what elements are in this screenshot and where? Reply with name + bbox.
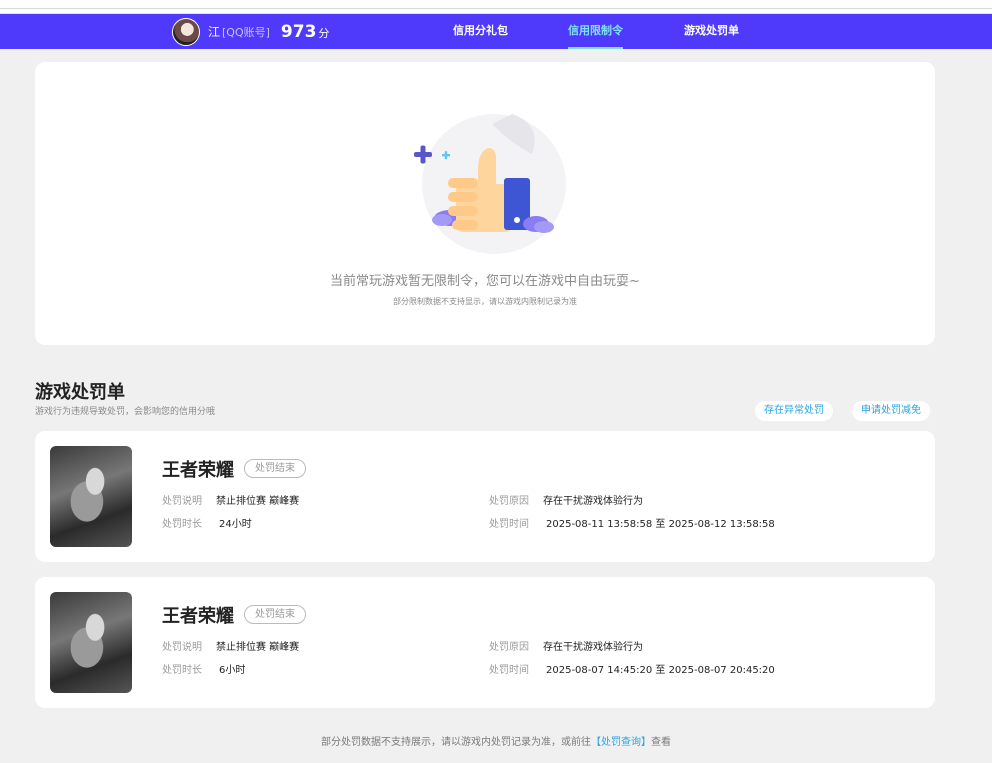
tab-credit-restriction[interactable]: 信用限制令	[568, 14, 623, 49]
penalty-time: 2025-08-07 14:45:20 至 2025-08-07 20:45:2…	[546, 665, 775, 676]
penalty-row[interactable]: 王者荣耀 处罚结束 处罚说明 禁止排位赛 巅峰赛 处罚时长 24小时 处罚原因 …	[35, 431, 935, 562]
footer-text-end: 查看	[651, 737, 671, 748]
game-name: 王者荣耀	[162, 606, 234, 627]
penalty-reason: 存在干扰游戏体验行为	[543, 642, 643, 653]
no-restriction-message: 当前常玩游戏暂无限制令，您可以在游戏中自由玩耍~	[330, 274, 640, 289]
credit-score: 973	[280, 21, 317, 42]
restriction-note: 部分限制数据不支持显示，请以游戏内限制记录为准	[393, 297, 577, 306]
penalty-section-title: 游戏处罚单	[35, 382, 125, 403]
penalty-duration-label: 处罚时长	[162, 665, 202, 676]
penalty-duration: 6小时	[219, 665, 246, 676]
penalty-duration-label: 处罚时长	[162, 519, 202, 530]
penalty-section-subtitle: 游戏行为违规导致处罚，会影响您的信用分哦	[35, 407, 216, 417]
credit-score-unit: 分	[318, 27, 330, 40]
footer-note: 部分处罚数据不支持展示，请以游戏内处罚记录为准，或前往【处罚查询】查看	[0, 733, 992, 748]
penalty-time: 2025-08-11 13:58:58 至 2025-08-12 13:58:5…	[546, 519, 775, 530]
penalty-desc: 禁止排位赛 巅峰赛	[216, 642, 300, 653]
thumbs-up-illustration	[414, 114, 566, 254]
game-thumbnail	[50, 592, 132, 693]
appeal-penalty-button[interactable]: 申请处罚减免	[852, 401, 930, 421]
tab-credit-gift[interactable]: 信用分礼包	[453, 14, 508, 49]
game-name: 王者荣耀	[162, 460, 234, 481]
penalty-query-link[interactable]: 【处罚查询】	[591, 737, 651, 748]
account-type: [QQ账号]	[222, 25, 270, 39]
penalty-desc-label: 处罚说明	[162, 642, 202, 653]
penalty-duration: 24小时	[219, 519, 252, 530]
penalty-desc: 禁止排位赛 巅峰赛	[216, 496, 300, 507]
abnormal-penalty-button[interactable]: 存在异常处罚	[755, 401, 833, 421]
tab-game-penalty[interactable]: 游戏处罚单	[684, 14, 739, 49]
browser-top-strip	[0, 0, 992, 14]
status-badge: 处罚结束	[244, 605, 306, 624]
avatar[interactable]	[172, 17, 200, 46]
penalty-desc-label: 处罚说明	[162, 496, 202, 507]
game-thumbnail	[50, 446, 132, 547]
status-badge: 处罚结束	[244, 459, 306, 478]
penalty-reason: 存在干扰游戏体验行为	[543, 496, 643, 507]
user-info: 江 [QQ账号] 973 分	[172, 17, 329, 46]
user-name: 江	[208, 25, 221, 39]
footer-text: 部分处罚数据不支持展示，请以游戏内处罚记录为准，或前往	[321, 737, 591, 748]
penalty-time-label: 处罚时间	[489, 665, 529, 676]
penalty-row[interactable]: 王者荣耀 处罚结束 处罚说明 禁止排位赛 巅峰赛 处罚时长 6小时 处罚原因 存…	[35, 577, 935, 708]
restriction-card: 当前常玩游戏暂无限制令，您可以在游戏中自由玩耍~ 部分限制数据不支持显示，请以游…	[35, 62, 935, 345]
penalty-reason-label: 处罚原因	[489, 642, 529, 653]
penalty-reason-label: 处罚原因	[489, 496, 529, 507]
top-nav-bar: 江 [QQ账号] 973 分 信用分礼包 信用限制令 游戏处罚单	[0, 14, 992, 49]
penalty-time-label: 处罚时间	[489, 519, 529, 530]
